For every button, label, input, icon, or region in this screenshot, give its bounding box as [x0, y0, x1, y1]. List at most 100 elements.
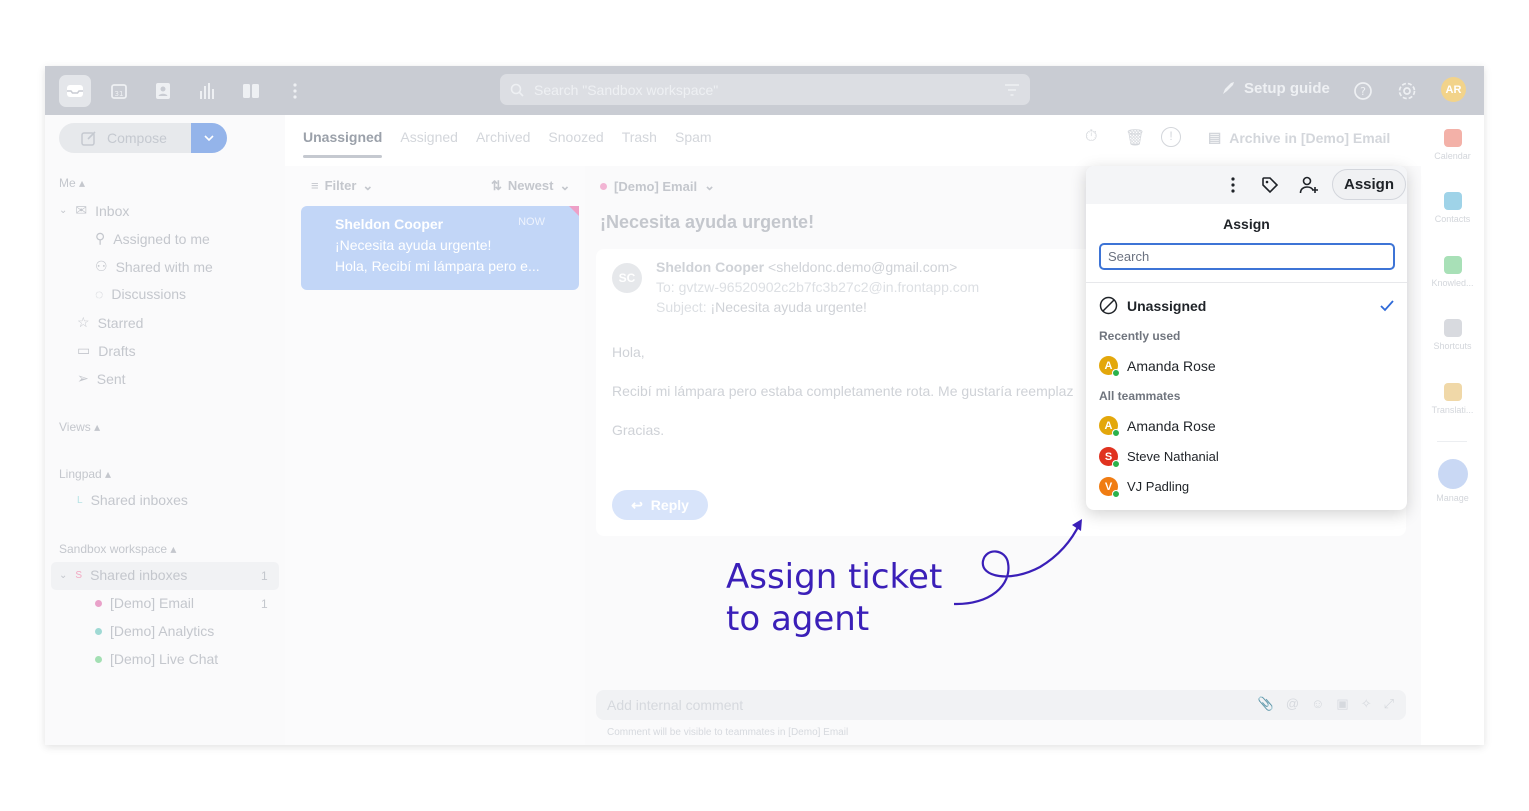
more-vertical-icon[interactable]: [1222, 174, 1244, 196]
rail-item-label: Translati...: [1431, 405, 1474, 415]
magic-wand-icon[interactable]: ✧: [1361, 696, 1372, 712]
contacts-icon[interactable]: [147, 75, 179, 107]
sidebar-item-inbox[interactable]: ⌄ ✉ Inbox: [59, 202, 129, 219]
assign-option-recent-amanda-rose[interactable]: A Amanda Rose: [1099, 356, 1216, 377]
sidebar-item-demo-analytics[interactable]: [Demo] Analytics: [95, 623, 214, 639]
conversation-tabs: Unassigned Assigned Archived Snoozed Tra…: [303, 129, 712, 158]
option-label: VJ Padling: [1127, 479, 1190, 494]
sidebar-item-label: Sent: [96, 370, 126, 387]
sandbox-section-header[interactable]: Sandbox workspace ▴: [59, 542, 176, 556]
tab-trash[interactable]: Trash: [622, 129, 657, 145]
inbox-icon[interactable]: [59, 75, 91, 107]
tab-assigned[interactable]: Assigned: [400, 129, 458, 145]
emoji-icon[interactable]: ☺: [1311, 696, 1324, 712]
filter-icon[interactable]: [1004, 83, 1020, 96]
settings-gear-icon[interactable]: [1391, 75, 1423, 107]
sidebar-item-shared-with-me[interactable]: ⚇ Shared with me: [95, 258, 213, 275]
gif-icon[interactable]: ▣: [1336, 696, 1348, 712]
tag-icon[interactable]: [1259, 174, 1281, 196]
option-label: Amanda Rose: [1127, 357, 1216, 374]
assign-popup-title: Assign: [1223, 216, 1270, 232]
rail-item-translation[interactable]: Translati...: [1421, 383, 1484, 415]
rail-item-label: Contacts: [1434, 214, 1471, 224]
mention-icon[interactable]: @: [1286, 696, 1299, 712]
me-section-header[interactable]: Me ▴: [59, 176, 85, 190]
assign-search-input[interactable]: Search: [1099, 243, 1395, 270]
split-view-icon[interactable]: [235, 75, 267, 107]
contacts-icon: [1443, 192, 1462, 210]
rail-item-manage[interactable]: Manage: [1421, 459, 1484, 503]
rail-item-knowledge[interactable]: Knowled...: [1421, 256, 1484, 288]
sidebar-item-lingpad-shared-inboxes[interactable]: L Shared inboxes: [77, 492, 188, 508]
help-icon[interactable]: ?: [1347, 75, 1379, 107]
sidebar-item-discussions[interactable]: ◌ Discussions: [95, 286, 186, 302]
sort-label: Newest: [507, 178, 554, 193]
snooze-clock-icon[interactable]: ⏱: [1085, 128, 1097, 146]
to-line: To: gvtzw-96520902c2b7fc3b27c2@in.fronta…: [656, 279, 980, 295]
sandbox-label: Sandbox workspace: [59, 542, 168, 556]
reply-button[interactable]: ↩ Reply: [612, 490, 708, 520]
spam-alert-icon[interactable]: !: [1161, 127, 1181, 147]
popup-divider: [1086, 282, 1407, 283]
assign-option-vj-padling[interactable]: V VJ Padling: [1099, 477, 1190, 498]
search-input[interactable]: Search "Sandbox workspace": [500, 74, 1030, 105]
tab-snoozed[interactable]: Snoozed: [548, 129, 603, 145]
online-status-dot: [1112, 460, 1120, 468]
sidebar-item-label: Starred: [97, 314, 144, 331]
assign-option-unassigned[interactable]: Unassigned: [1099, 296, 1206, 315]
sidebar-item-sent[interactable]: ➢ Sent: [77, 370, 126, 387]
sidebar-item-sandbox-shared-inboxes[interactable]: ⌄ S Shared inboxes: [59, 567, 187, 583]
assign-button[interactable]: Assign: [1332, 169, 1406, 200]
sort-button[interactable]: ⇅ Newest ⌄: [491, 178, 570, 194]
analytics-icon[interactable]: [191, 75, 223, 107]
views-section-header[interactable]: Views ▴: [59, 420, 100, 434]
compose-dropdown-button[interactable]: [191, 123, 227, 153]
sidebar-item-demo-email[interactable]: [Demo] Email: [95, 595, 194, 611]
conversation-list: ≡ Filter ⌄ ⇅ Newest ⌄ Sheldon Cooper NOW…: [285, 166, 585, 745]
chevron-down-icon: ⌄: [59, 569, 68, 581]
user-avatar[interactable]: AR: [1441, 77, 1466, 102]
rail-item-calendar[interactable]: Calendar: [1421, 129, 1484, 161]
sidebar-item-demo-live-chat[interactable]: [Demo] Live Chat: [95, 651, 218, 667]
setup-guide-button[interactable]: Setup guide: [1220, 80, 1330, 97]
sidebar: Compose Me ▴ ⌄ ✉ Inbox ⚲ Assigned to me …: [45, 115, 285, 745]
avatar-initial: S: [1104, 450, 1113, 463]
compose-button[interactable]: Compose: [59, 123, 191, 153]
filter-button[interactable]: ≡ Filter ⌄: [311, 178, 373, 194]
inbox-color-corner: [569, 206, 579, 216]
workspace-badge: S: [75, 569, 83, 581]
setup-guide-label: Setup guide: [1244, 80, 1330, 97]
tab-unassigned[interactable]: Unassigned: [303, 129, 383, 158]
sidebar-item-drafts[interactable]: ▭ Drafts: [77, 342, 136, 359]
internal-comment-input[interactable]: Add internal comment 📎 @ ☺ ▣ ✧ ⤢: [596, 690, 1406, 720]
tab-archived[interactable]: Archived: [476, 129, 530, 145]
checkmark-icon: [1380, 300, 1394, 312]
comment-tools: 📎 @ ☺ ▣ ✧ ⤢: [1258, 696, 1394, 712]
sidebar-item-starred[interactable]: ☆ Starred: [77, 314, 143, 331]
reply-arrow-icon: ↩: [631, 496, 643, 513]
attachment-icon[interactable]: 📎: [1258, 696, 1274, 712]
add-person-icon[interactable]: [1298, 174, 1320, 196]
rail-item-contacts[interactable]: Contacts: [1421, 192, 1484, 224]
trash-icon[interactable]: 🗑: [1125, 128, 1145, 148]
conversation-item[interactable]: Sheldon Cooper NOW ¡Necesita ayuda urgen…: [301, 206, 579, 290]
lingpad-section-header[interactable]: Lingpad ▴: [59, 467, 111, 481]
assign-option-steve-nathanial[interactable]: S Steve Nathanial: [1099, 447, 1219, 468]
inbox-selector[interactable]: [Demo] Email ⌄: [600, 178, 715, 194]
more-icon[interactable]: [279, 75, 311, 107]
calendar-icon[interactable]: 31: [103, 75, 135, 107]
calendar-icon: [1443, 129, 1462, 147]
expand-icon[interactable]: ⤢: [1384, 696, 1394, 712]
tab-spam[interactable]: Spam: [675, 129, 712, 145]
annotation-text: Assign ticket to agent: [726, 556, 942, 640]
assign-option-amanda-rose[interactable]: A Amanda Rose: [1099, 416, 1216, 437]
sender-name: Sheldon Cooper: [335, 216, 444, 232]
sidebar-item-label: Shared inboxes: [90, 492, 188, 508]
sidebar-item-assigned-to-me[interactable]: ⚲ Assigned to me: [95, 230, 210, 247]
archive-button[interactable]: ▤ Archive in [Demo] Email: [1208, 129, 1390, 146]
rail-divider: [1437, 441, 1467, 442]
rail-item-shortcuts[interactable]: Shortcuts: [1421, 319, 1484, 351]
compose-label: Compose: [107, 130, 167, 146]
workspace-badge: L: [77, 494, 83, 506]
no-entry-icon: [1099, 296, 1118, 315]
